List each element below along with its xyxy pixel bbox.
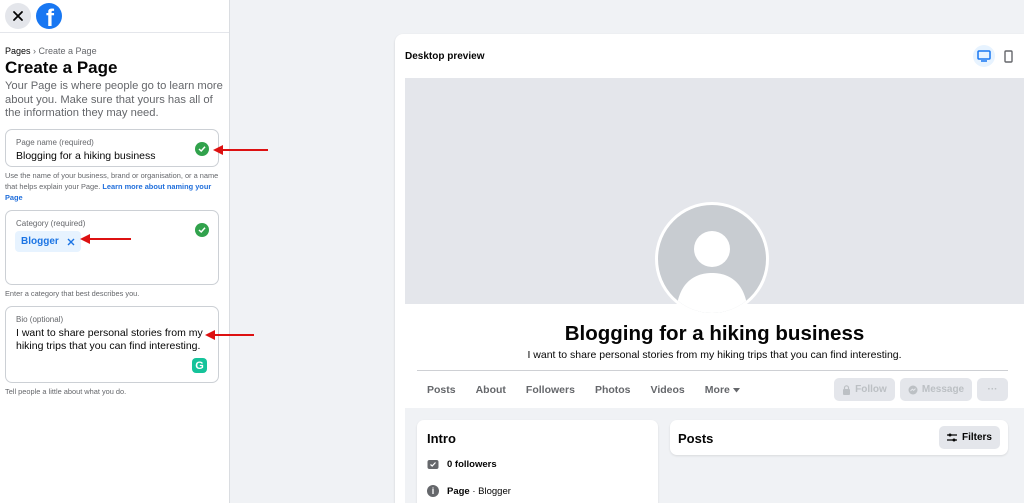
caret-down-icon (732, 388, 740, 393)
bio-textarea[interactable]: I want to share personal stories from my… (16, 327, 211, 353)
breadcrumb: Pages › Create a Page (5, 46, 97, 56)
filters-button[interactable]: Filters (938, 426, 1000, 449)
page-name-field[interactable]: Page name (required) Blogging for a hiki… (5, 129, 219, 167)
page-tabs: Posts About Followers Photos Videos More (417, 378, 750, 402)
page-preview: Blogging for a hiking business I want to… (405, 78, 1024, 503)
annotation-arrow (213, 145, 268, 155)
tab-more-label: More (704, 384, 730, 396)
preview-page-bio: I want to share personal stories from my… (527, 349, 902, 361)
filter-icon (946, 433, 957, 442)
follow-button[interactable]: Follow (834, 378, 895, 401)
filters-label: Filters (961, 432, 992, 443)
messenger-icon (908, 385, 918, 394)
category-help: Enter a category that best describes you… (5, 289, 140, 298)
lock-icon (843, 384, 851, 395)
tab-about[interactable]: About (466, 378, 516, 402)
annotation-arrow (80, 234, 131, 244)
tab-posts[interactable]: Posts (417, 378, 466, 402)
category-label: Category (required) (16, 219, 86, 228)
tab-followers[interactable]: Followers (516, 378, 585, 402)
bio-help: Tell people a little about what you do. (5, 387, 127, 396)
breadcrumb-separator: › (30, 46, 39, 56)
tab-photos[interactable]: Photos (585, 378, 641, 402)
facebook-logo-icon[interactable]: f (36, 3, 62, 29)
breadcrumb-pages[interactable]: Pages (5, 46, 31, 56)
message-button[interactable]: Message (900, 378, 972, 401)
page-name-label: Page name (required) (16, 138, 94, 147)
page-name-input[interactable]: Blogging for a hiking business (16, 150, 156, 162)
tab-more[interactable]: More (695, 378, 750, 402)
create-page-sidebar: f Pages › Create a Page Create a Page Yo… (0, 0, 230, 503)
desktop-view-button[interactable] (973, 45, 995, 67)
followers-row: 0 followers (427, 458, 497, 470)
posts-title: Posts (678, 431, 714, 446)
page-type-row: i Page · Blogger (427, 485, 511, 497)
tab-videos[interactable]: Videos (641, 378, 695, 402)
page-name-help: Use the name of your business, brand or … (5, 170, 220, 203)
intro-title: Intro (427, 431, 456, 446)
mobile-view-button[interactable] (997, 45, 1019, 67)
check-circle-icon (195, 223, 209, 237)
breadcrumb-current: Create a Page (38, 46, 97, 56)
info-icon: i (427, 485, 439, 497)
check-circle-icon (195, 142, 209, 156)
mobile-icon (1003, 49, 1013, 63)
sidebar-topbar: f (0, 0, 229, 33)
page-subtitle: Your Page is where people go to learn mo… (5, 80, 223, 119)
page-type-label: Page (447, 485, 470, 497)
divider (417, 370, 1008, 371)
posts-card: Posts Filters (670, 420, 1008, 455)
grammarly-icon[interactable]: G (192, 358, 207, 373)
followers-count: 0 followers (447, 458, 497, 470)
bio-label: Bio (optional) (16, 315, 64, 324)
intro-card: Intro 0 followers i Page · Blogger (417, 420, 658, 503)
preview-page-name: Blogging for a hiking business (564, 322, 865, 345)
page-type: Page · Blogger (447, 486, 511, 497)
chip-remove-icon[interactable] (67, 238, 75, 246)
desktop-preview-panel: Desktop preview Blogging for a hiking bu… (395, 34, 1024, 503)
close-button[interactable] (5, 3, 31, 29)
annotation-arrow (205, 330, 254, 340)
follow-label: Follow (855, 384, 887, 395)
close-icon (13, 11, 23, 21)
desktop-icon (977, 50, 991, 62)
page-type-separator: · (469, 485, 479, 497)
more-actions-button[interactable]: ··· (977, 378, 1008, 401)
followers-icon (427, 460, 439, 469)
facebook-logo-letter: f (46, 5, 54, 30)
category-chip-label: Blogger (21, 236, 59, 247)
avatar (655, 202, 769, 316)
message-label: Message (921, 384, 965, 395)
preview-title: Desktop preview (405, 51, 485, 62)
bio-field[interactable]: Bio (optional) I want to share personal … (5, 306, 219, 383)
category-field[interactable]: Category (required) Blogger (5, 210, 219, 285)
category-chip[interactable]: Blogger (15, 231, 81, 252)
page-title: Create a Page (5, 58, 118, 77)
page-type-value: Blogger (478, 485, 511, 497)
more-actions-label: ··· (987, 384, 998, 395)
default-avatar-icon (676, 231, 748, 313)
